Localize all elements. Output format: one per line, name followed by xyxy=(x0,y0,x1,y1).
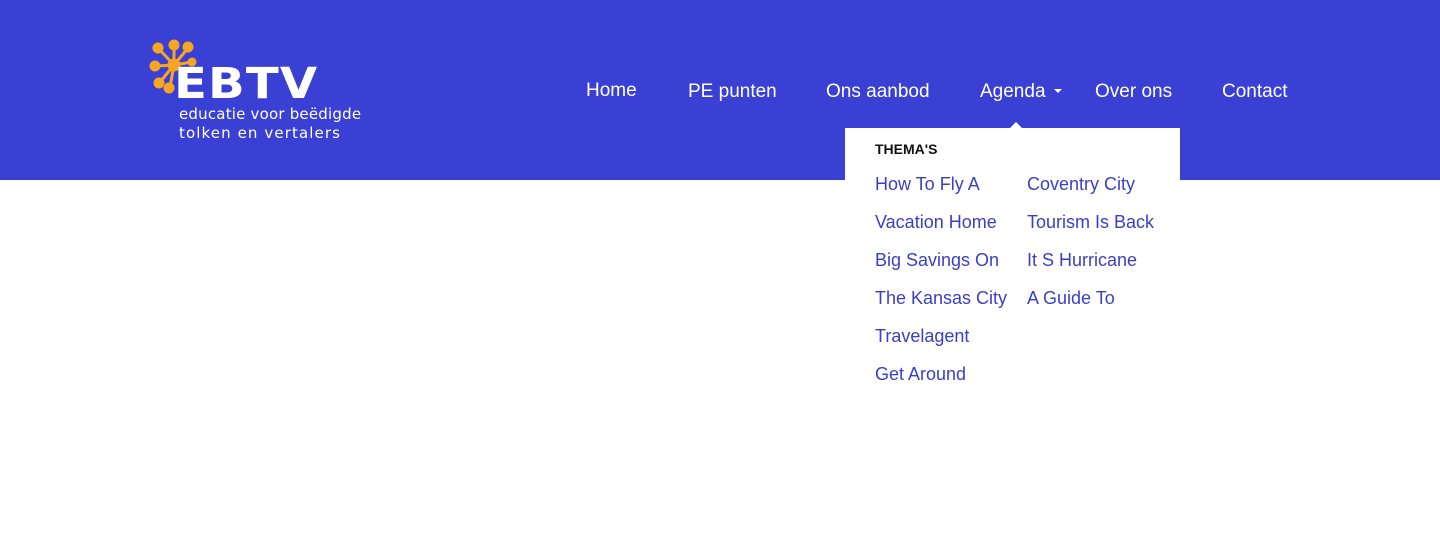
nav-agenda-label: Agenda xyxy=(980,81,1046,102)
dropdown-link[interactable]: How To Fly A xyxy=(875,172,1007,210)
logo-tagline-line2: tolken en vertalers xyxy=(179,124,342,142)
dropdown-link[interactable]: Coventry City xyxy=(1027,172,1154,210)
nav-contact[interactable]: Contact xyxy=(1222,80,1287,104)
dropdown-link[interactable]: A Guide To xyxy=(1027,286,1154,324)
dropdown-link[interactable]: Tourism Is Back xyxy=(1027,210,1154,248)
dropdown-link[interactable]: The Kansas City xyxy=(875,286,1007,324)
dropdown-column-1: How To Fly A Vacation Home Big Savings O… xyxy=(875,172,1007,400)
dropdown-heading: THEMA'S xyxy=(875,141,938,157)
ebtv-logo[interactable]: EBTV educatie voor beëdigde tolken en ve… xyxy=(148,38,362,148)
site-header: EBTV educatie voor beëdigde tolken en ve… xyxy=(0,0,1440,180)
nav-over-ons[interactable]: Over ons xyxy=(1095,80,1172,104)
dropdown-link[interactable]: It S Hurricane xyxy=(1027,248,1154,286)
nav-home[interactable]: Home xyxy=(586,79,637,103)
caret-down-icon xyxy=(1053,88,1062,93)
dropdown-link[interactable]: Travelagent xyxy=(875,324,1007,362)
nav-agenda[interactable]: Agenda xyxy=(980,80,1062,104)
logo-wordmark: EBTV xyxy=(174,59,319,109)
logo-tagline-line1: educatie voor beëdigde xyxy=(179,105,362,123)
dropdown-column-2: Coventry City Tourism Is Back It S Hurri… xyxy=(1027,172,1154,324)
agenda-dropdown-menu: THEMA'S How To Fly A Vacation Home Big S… xyxy=(845,128,1180,393)
dropdown-link[interactable]: Big Savings On xyxy=(875,248,1007,286)
nav-ons-aanbod[interactable]: Ons aanbod xyxy=(826,80,930,104)
dropdown-link[interactable]: Get Around xyxy=(875,362,1007,400)
dropdown-link[interactable]: Vacation Home xyxy=(875,210,1007,248)
nav-pe-punten[interactable]: PE punten xyxy=(688,80,777,104)
